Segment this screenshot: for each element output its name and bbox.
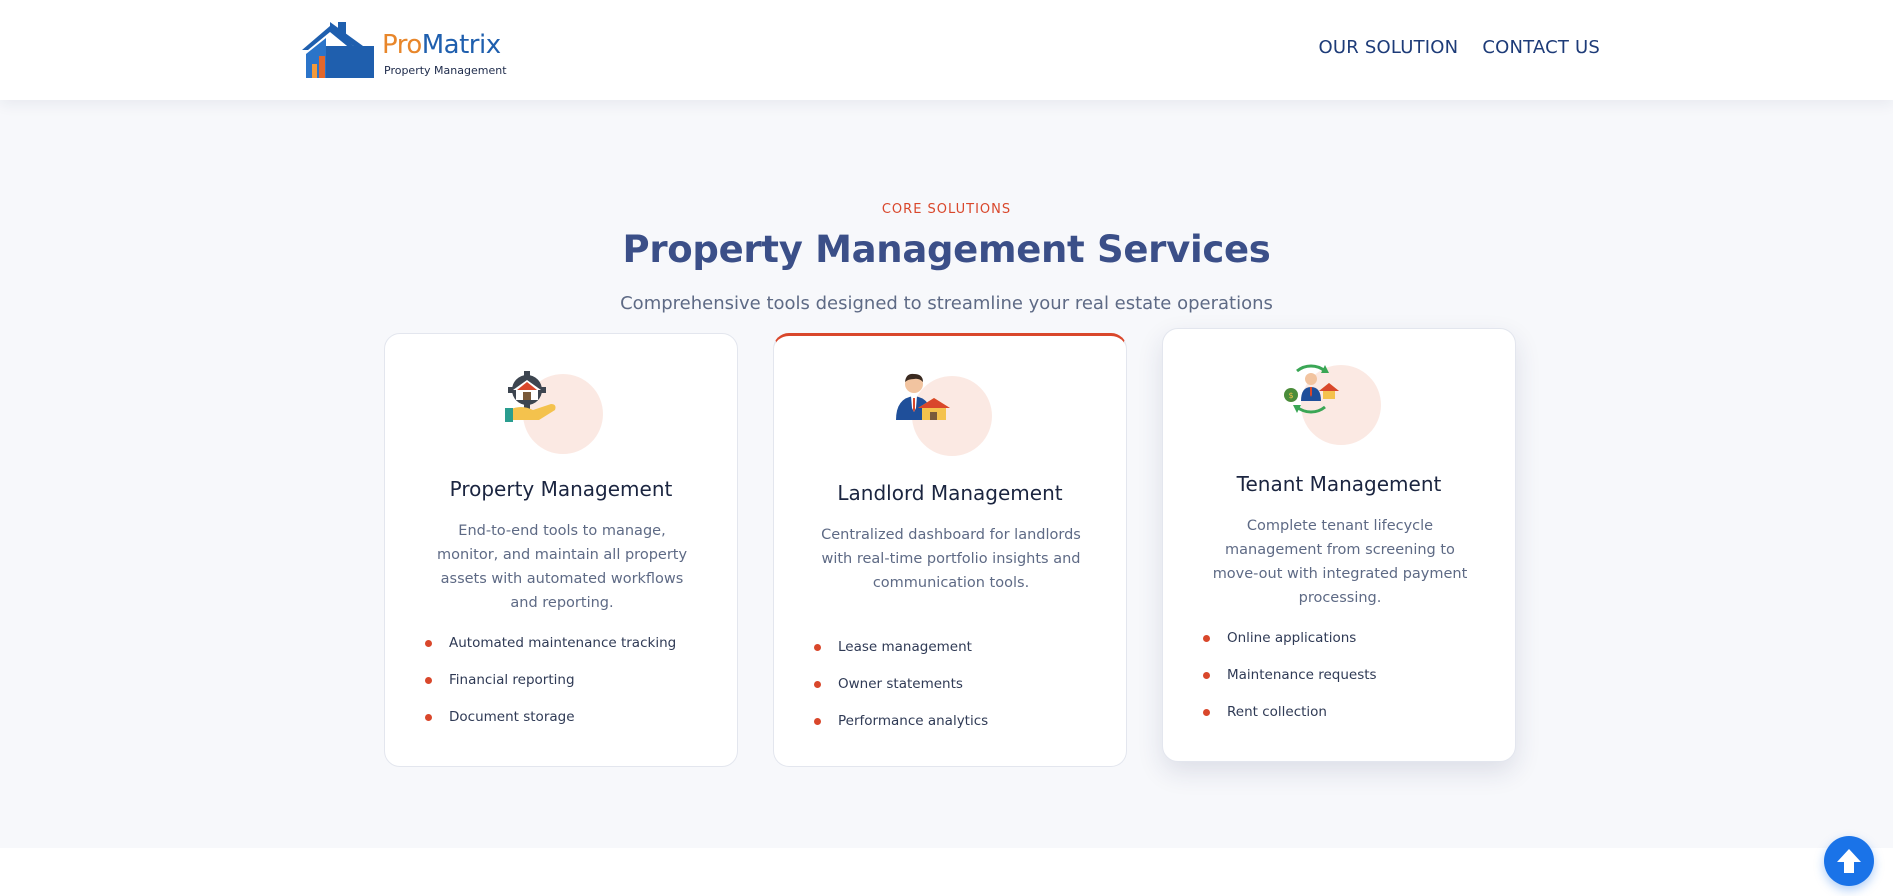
site-header: ProMatrix Property Management OUR SOLUTI…: [0, 0, 1893, 100]
bullet-dot: [814, 644, 821, 651]
card-description: Complete tenant lifecycle management fro…: [1212, 518, 1468, 606]
tenant-cycle-icon: $: [1284, 364, 1339, 414]
feature-label: Maintenance requests: [1227, 667, 1377, 683]
list-item: Automated maintenance tracking: [425, 625, 676, 662]
landlord-icon: [896, 373, 950, 420]
feature-label: Financial reporting: [449, 672, 575, 688]
brand-logo[interactable]: ProMatrix Property Management: [302, 20, 507, 80]
nav-our-solution[interactable]: OUR SOLUTION: [1319, 37, 1459, 58]
list-item: Owner statements: [814, 666, 988, 703]
brand-name-matrix: Matrix: [421, 30, 501, 60]
feature-label: Online applications: [1227, 630, 1357, 646]
feature-list: Lease management Owner statements Perfor…: [814, 629, 988, 740]
feature-label: Owner statements: [838, 676, 963, 692]
brand-name: ProMatrix: [382, 32, 501, 58]
main-nav: OUR SOLUTION CONTACT US: [1319, 37, 1601, 58]
scroll-to-top-button[interactable]: [1824, 836, 1874, 886]
list-item: Online applications: [1203, 620, 1377, 657]
section-subtitle: Comprehensive tools designed to streamli…: [620, 293, 1273, 314]
feature-list: Automated maintenance tracking Financial…: [425, 625, 676, 736]
card-description: End-to-end tools to manage, monitor, and…: [436, 523, 688, 611]
feature-label: Rent collection: [1227, 704, 1327, 720]
list-item: Maintenance requests: [1203, 657, 1377, 694]
card-description: Centralized dashboard for landlords with…: [821, 527, 1081, 591]
feature-label: Automated maintenance tracking: [449, 635, 677, 651]
feature-label: Performance analytics: [838, 713, 989, 729]
bullet-dot: [425, 640, 432, 647]
bullet-dot: [1203, 672, 1210, 679]
feature-label: Lease management: [838, 639, 972, 655]
bullet-dot: [814, 718, 821, 725]
bullet-dot: [1203, 635, 1210, 642]
bullet-dot: [425, 714, 432, 721]
list-item: Financial reporting: [425, 662, 676, 699]
svg-text:$: $: [1288, 391, 1293, 400]
next-section: [0, 848, 1893, 896]
bullet-dot: [425, 677, 432, 684]
card-title: Landlord Management: [837, 481, 1063, 505]
card-icon-circle: $: [1284, 364, 1381, 445]
list-item: Rent collection: [1203, 694, 1377, 731]
section-eyebrow: CORE SOLUTIONS: [881, 202, 1012, 217]
card-title: Tenant Management: [1236, 472, 1442, 496]
house-logo-icon: [302, 22, 374, 78]
list-item: Document storage: [425, 699, 676, 736]
feature-list: Online applications Maintenance requests…: [1203, 620, 1377, 731]
bullet-dot: [814, 681, 821, 688]
card-title: Property Management: [449, 477, 673, 501]
card-icon-circle: [505, 371, 603, 454]
bullet-dot: [1203, 709, 1210, 716]
list-item: Lease management: [814, 629, 988, 666]
card-property-management: Property Management End-to-end tools to …: [384, 333, 738, 767]
property-management-icon: [505, 371, 556, 422]
list-item: Performance analytics: [814, 703, 988, 740]
arrow-up-icon: [1837, 849, 1861, 873]
nav-contact-us[interactable]: CONTACT US: [1482, 37, 1600, 58]
section-title: Property Management Services: [622, 228, 1271, 271]
card-tenant-management: $ Tenant Management Complete tenant life…: [1162, 328, 1516, 762]
core-solutions-section: CORE SOLUTIONS Property Management Servi…: [0, 100, 1893, 848]
card-landlord-management: Landlord Management Centralized dashboar…: [773, 333, 1127, 767]
brand-tagline: Property Management: [384, 64, 507, 77]
feature-label: Document storage: [449, 709, 575, 725]
card-icon-circle: [896, 373, 992, 456]
brand-name-pro: Pro: [382, 30, 422, 60]
